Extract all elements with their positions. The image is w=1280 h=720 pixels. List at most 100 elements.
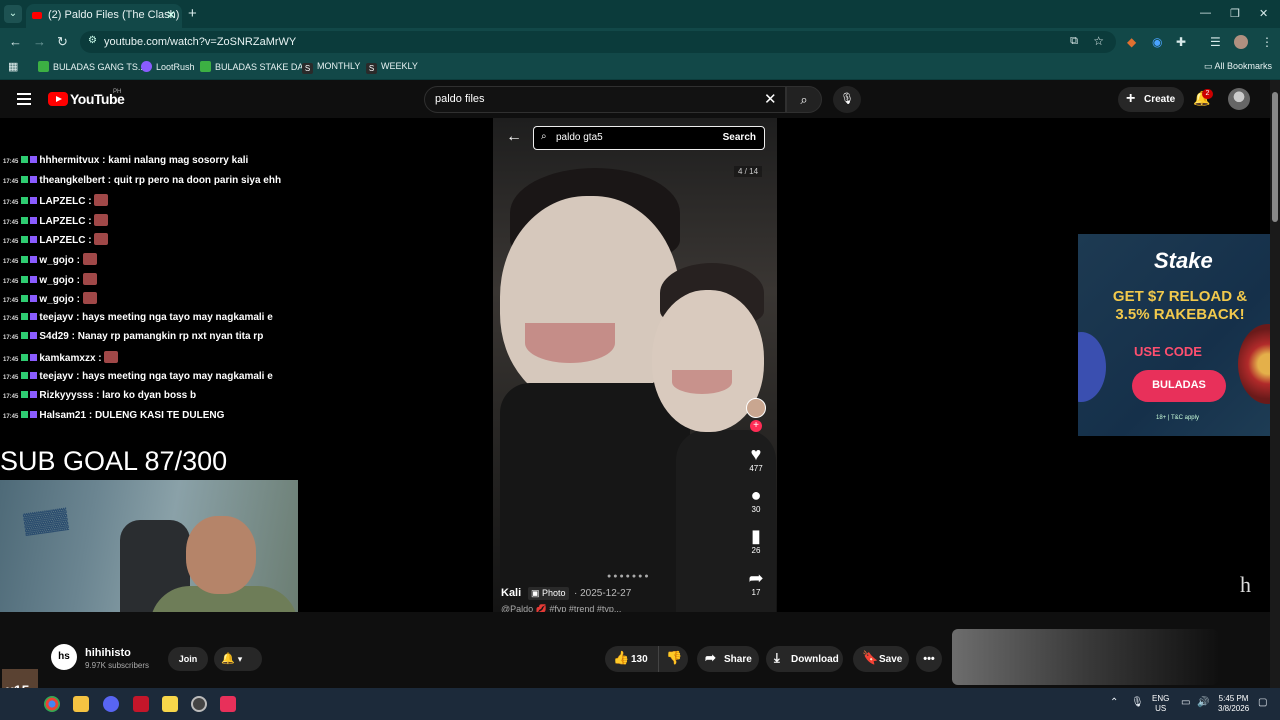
url-field[interactable]: ⚙ youtube.com/watch?v=ZoSNRZaMrWY ⧉ ☆	[80, 31, 1116, 53]
chat-badge-icon	[21, 354, 29, 361]
video-player[interactable]: 17:45 hhhermitvux : kami nalang mag sosor…	[0, 118, 1280, 648]
chat-badge-icon	[21, 371, 29, 379]
bookmark-item[interactable]: S MONTHLY	[302, 61, 360, 74]
bookmark-item[interactable]: LootRush	[141, 61, 195, 72]
like-button[interactable]: 👍 130	[605, 646, 658, 672]
search-button[interactable]: ⌕	[786, 86, 822, 113]
ad-code-button: BULADAS	[1132, 370, 1226, 402]
chat-username: w_gojo	[39, 274, 74, 286]
extension-fox-icon[interactable]: ◆	[1127, 35, 1136, 49]
network-icon[interactable]: ▭	[1181, 697, 1190, 708]
account-avatar[interactable]	[1228, 88, 1250, 110]
recommended-video-thumbnail[interactable]	[952, 629, 1218, 685]
chevron-down-icon: ▾	[237, 654, 243, 664]
bookmark-icon: ▮	[751, 526, 761, 546]
bookmark-item[interactable]: BULADAS STAKE DA...	[200, 61, 311, 72]
obs-icon[interactable]	[191, 696, 207, 712]
youtube-logo-icon[interactable]	[48, 92, 68, 106]
adobe-icon[interactable]	[133, 696, 149, 712]
channel-name[interactable]: hihihisto	[85, 647, 131, 659]
browser-tab[interactable]: (2) Paldo Files (The Clash) - YouTube ✕	[26, 4, 182, 28]
chat-text: :	[98, 353, 102, 364]
windows-taskbar: ⌃ 🎙 ENG US ▭ 🔊 5:45 PM 3/8/2026 ▢	[0, 688, 1280, 720]
profile-icon[interactable]	[1234, 35, 1248, 49]
browser-menu-icon[interactable]: ⋮	[1261, 35, 1273, 49]
bookmark-star-icon[interactable]: ☆	[1093, 34, 1104, 48]
chat-username: Halsam21	[39, 409, 87, 421]
share-button[interactable]: ➦ Share	[697, 646, 759, 672]
bookmark-item[interactable]: BULADAS GANG TS...	[38, 61, 145, 72]
close-tab-icon[interactable]: ✕	[166, 8, 176, 22]
reel-save[interactable]: ▮ 26	[744, 526, 768, 555]
file-explorer-icon[interactable]	[73, 696, 89, 712]
join-button[interactable]: Join	[168, 647, 208, 671]
create-button[interactable]: + Create	[1118, 87, 1184, 112]
site-info-icon[interactable]: ⚙	[88, 35, 97, 46]
dislike-button[interactable]: 👎	[658, 646, 688, 672]
country-code: PH	[113, 89, 122, 95]
reel-comment[interactable]: ● 30	[744, 485, 768, 514]
close-window-button[interactable]: ✕	[1259, 7, 1268, 20]
bookmarks-bar: ▦ BULADAS GANG TS... LootRush BULADAS ST…	[0, 56, 1280, 80]
sticky-notes-icon[interactable]	[162, 696, 178, 712]
reel-creator-avatar[interactable]	[746, 398, 766, 418]
chat-timestamp: 17:45	[3, 200, 19, 207]
volume-icon[interactable]: 🔊	[1197, 697, 1209, 708]
chat-timestamp: 17:45	[3, 315, 19, 322]
media-controls-icon[interactable]: ☰	[1210, 35, 1221, 49]
search-input[interactable]: paldo files	[424, 86, 786, 113]
ad-fine-print: 18+ | T&C apply	[1156, 415, 1199, 421]
page-scrollbar[interactable]	[1270, 80, 1280, 688]
tab-search-button[interactable]: ⌄	[4, 5, 22, 23]
reload-button[interactable]: ↻	[57, 34, 68, 50]
chat-badge-icon	[30, 410, 38, 418]
chat-message: 17:45 w_gojo :	[3, 253, 97, 266]
save-button[interactable]: 🔖 Save	[853, 646, 909, 672]
search-icon: ⌕	[800, 92, 808, 107]
chat-badge-icon	[30, 175, 38, 183]
browser-tab-bar: ⌄ (2) Paldo Files (The Clash) - YouTube …	[0, 0, 1280, 28]
follow-plus-icon[interactable]: +	[750, 420, 762, 432]
extensions-icon[interactable]: ✚	[1176, 35, 1186, 49]
channel-watermark[interactable]: h	[1240, 572, 1251, 598]
wall-graffiti: ▓▓▓	[22, 507, 69, 535]
chat-text: : DULENG KASI TE DULENG	[88, 409, 225, 421]
reel-search-input[interactable]: ⌕ paldo gta5 Search	[533, 126, 765, 150]
voice-search-button[interactable]: 🎙	[833, 86, 861, 113]
reel-back-arrow-icon[interactable]: ←	[506, 128, 522, 146]
restore-button[interactable]: ❐	[1230, 7, 1240, 20]
chat-emote-icon	[94, 233, 109, 246]
notification-center-icon[interactable]: ▢	[1258, 697, 1267, 708]
tray-chevron-up-icon[interactable]: ⌃	[1110, 697, 1118, 708]
scrollbar-thumb[interactable]	[1272, 92, 1278, 222]
system-clock[interactable]: 5:45 PM 3/8/2026	[1218, 694, 1249, 714]
reel-search-button[interactable]: Search	[723, 132, 756, 143]
channel-avatar[interactable]: hs	[51, 644, 77, 670]
clear-search-icon[interactable]: ✕	[764, 90, 777, 108]
new-tab-button[interactable]: +	[188, 5, 197, 22]
apps-grid-icon[interactable]: ▦	[8, 60, 18, 73]
forward-button[interactable]: →	[33, 34, 46, 49]
tiktok-icon[interactable]	[220, 696, 236, 712]
install-app-icon[interactable]: ⧉	[1070, 35, 1078, 48]
minimize-button[interactable]: —	[1200, 7, 1211, 19]
more-actions-button[interactable]: •••	[916, 646, 942, 672]
reel-like[interactable]: ♥ 477	[744, 444, 768, 473]
extension-audio-icon[interactable]: ◉	[1152, 35, 1162, 49]
chat-message: 17:45 teejayv : hays meeting nga tayo may…	[3, 371, 273, 382]
chrome-taskbar-icon[interactable]	[44, 696, 60, 712]
download-button[interactable]: ⤓ Download	[766, 646, 843, 672]
language-indicator[interactable]: ENG US	[1152, 694, 1169, 714]
all-bookmarks-button[interactable]: ▭ All Bookmarks	[1204, 61, 1272, 72]
back-button[interactable]: ←	[9, 34, 22, 49]
photo-icon: ▣	[531, 588, 543, 598]
reel-share[interactable]: ➦ 17	[744, 568, 768, 597]
tray-microphone-icon[interactable]: 🎙	[1131, 697, 1144, 708]
subscribe-notifications-button[interactable]: 🔔 ▾	[214, 647, 262, 671]
bookmark-item[interactable]: S WEEKLY	[366, 61, 418, 74]
chat-message: 17:45 Rizkyyysss : laro ko dyan boss b	[3, 390, 196, 401]
chat-username: LAPZELC	[39, 235, 86, 247]
plus-icon: +	[1126, 90, 1136, 107]
hamburger-menu-icon[interactable]	[17, 93, 31, 105]
discord-icon[interactable]	[103, 696, 119, 712]
